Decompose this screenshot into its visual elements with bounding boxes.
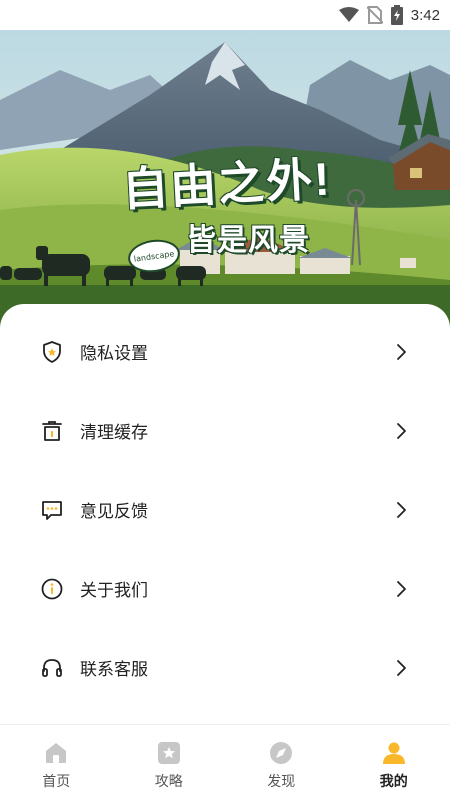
battery-charging-icon — [390, 5, 403, 25]
settings-card: 隐私设置 清理缓存 意见反馈 关于我们 联系客服 — [0, 304, 450, 724]
status-time: 3:42 — [410, 6, 440, 24]
chevron-right-icon — [397, 422, 406, 439]
status-bar: 3:42 — [0, 0, 450, 30]
nav-tab-label: 攻略 — [154, 774, 183, 790]
nav-tab-label: 首页 — [42, 774, 71, 790]
chevron-right-icon — [397, 659, 406, 676]
star-box-icon — [157, 742, 180, 764]
user-icon — [382, 742, 405, 764]
home-icon — [46, 743, 67, 763]
menu-item-label: 清理缓存 — [80, 423, 148, 443]
hero-headline-line1: 自由之外! — [120, 152, 333, 216]
chevron-right-icon — [397, 580, 406, 597]
nav-tab-mine[interactable]: 我的 — [338, 725, 450, 800]
menu-item-clear-cache[interactable]: 清理缓存 — [0, 391, 450, 470]
info-icon — [41, 578, 63, 599]
headset-icon — [42, 658, 62, 677]
menu-item-label: 关于我们 — [80, 581, 148, 601]
feedback-icon — [42, 500, 62, 520]
bottom-nav: 首页 攻略 发现 我的 — [0, 724, 450, 800]
menu-item-label: 隐私设置 — [80, 344, 148, 364]
nav-tab-home[interactable]: 首页 — [0, 725, 113, 800]
menu-item-label: 联系客服 — [80, 660, 148, 680]
menu-item-label: 意见反馈 — [80, 502, 148, 522]
menu-item-privacy-settings[interactable]: 隐私设置 — [0, 312, 450, 391]
menu-item-contact-support[interactable]: 联系客服 — [0, 628, 450, 707]
compass-icon — [270, 742, 293, 764]
chevron-right-icon — [397, 501, 406, 518]
nav-tab-label: 我的 — [379, 774, 408, 790]
nav-tab-discover[interactable]: 发现 — [225, 725, 338, 800]
shield-icon — [43, 340, 61, 363]
hero-tag: landscape — [126, 236, 182, 276]
menu-item-about-us[interactable]: 关于我们 — [0, 549, 450, 628]
menu-item-feedback[interactable]: 意见反馈 — [0, 470, 450, 549]
nav-tab-label: 发现 — [267, 774, 296, 790]
no-sim-icon — [366, 6, 383, 24]
hero-headline-line2: 皆是风景 — [186, 224, 310, 257]
chevron-right-icon — [397, 343, 406, 360]
wifi-icon — [338, 7, 359, 22]
hero-banner: 自由之外! landscape 皆是风景 — [0, 30, 450, 330]
nav-tab-guide[interactable]: 攻略 — [113, 725, 226, 800]
trash-icon — [42, 420, 62, 441]
